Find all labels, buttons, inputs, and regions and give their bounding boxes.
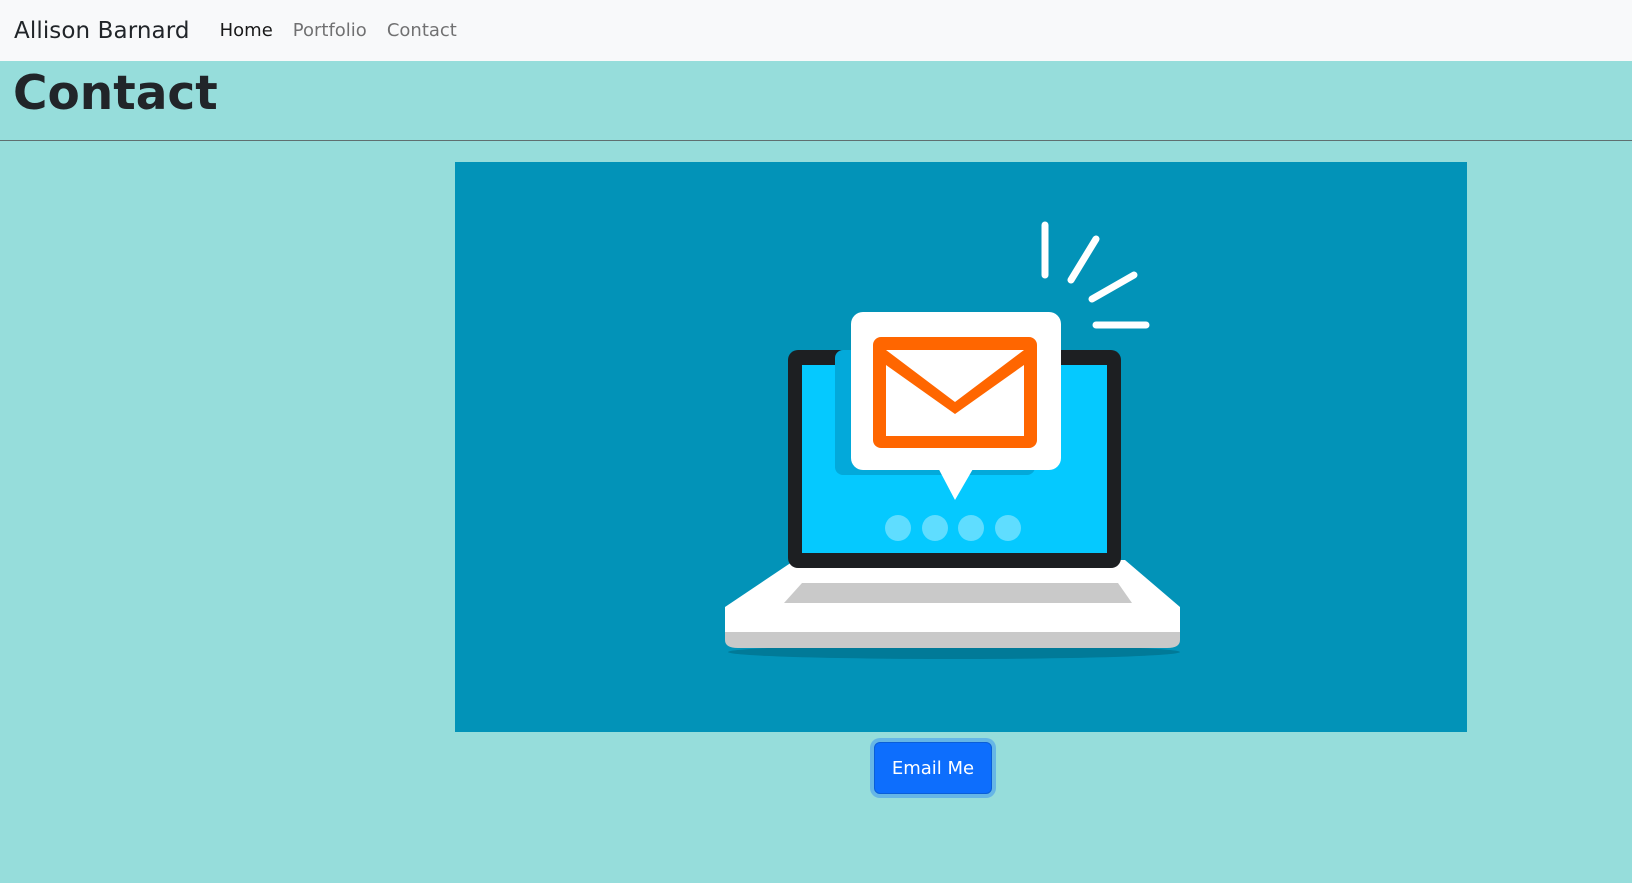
brand-link[interactable]: Allison Barnard [14, 18, 190, 44]
nav-links: Home Portfolio Contact [220, 20, 477, 41]
nav-link-portfolio[interactable]: Portfolio [293, 20, 367, 41]
nav-link-home[interactable]: Home [220, 20, 273, 41]
horizontal-rule [0, 140, 1632, 141]
contact-hero-image [455, 162, 1467, 732]
laptop-email-illustration-icon [725, 221, 1180, 659]
nav-link-contact[interactable]: Contact [387, 20, 457, 41]
navbar: Allison Barnard Home Portfolio Contact [0, 0, 1632, 61]
page-title: Contact [13, 66, 218, 121]
email-me-button[interactable]: Email Me [874, 742, 992, 794]
